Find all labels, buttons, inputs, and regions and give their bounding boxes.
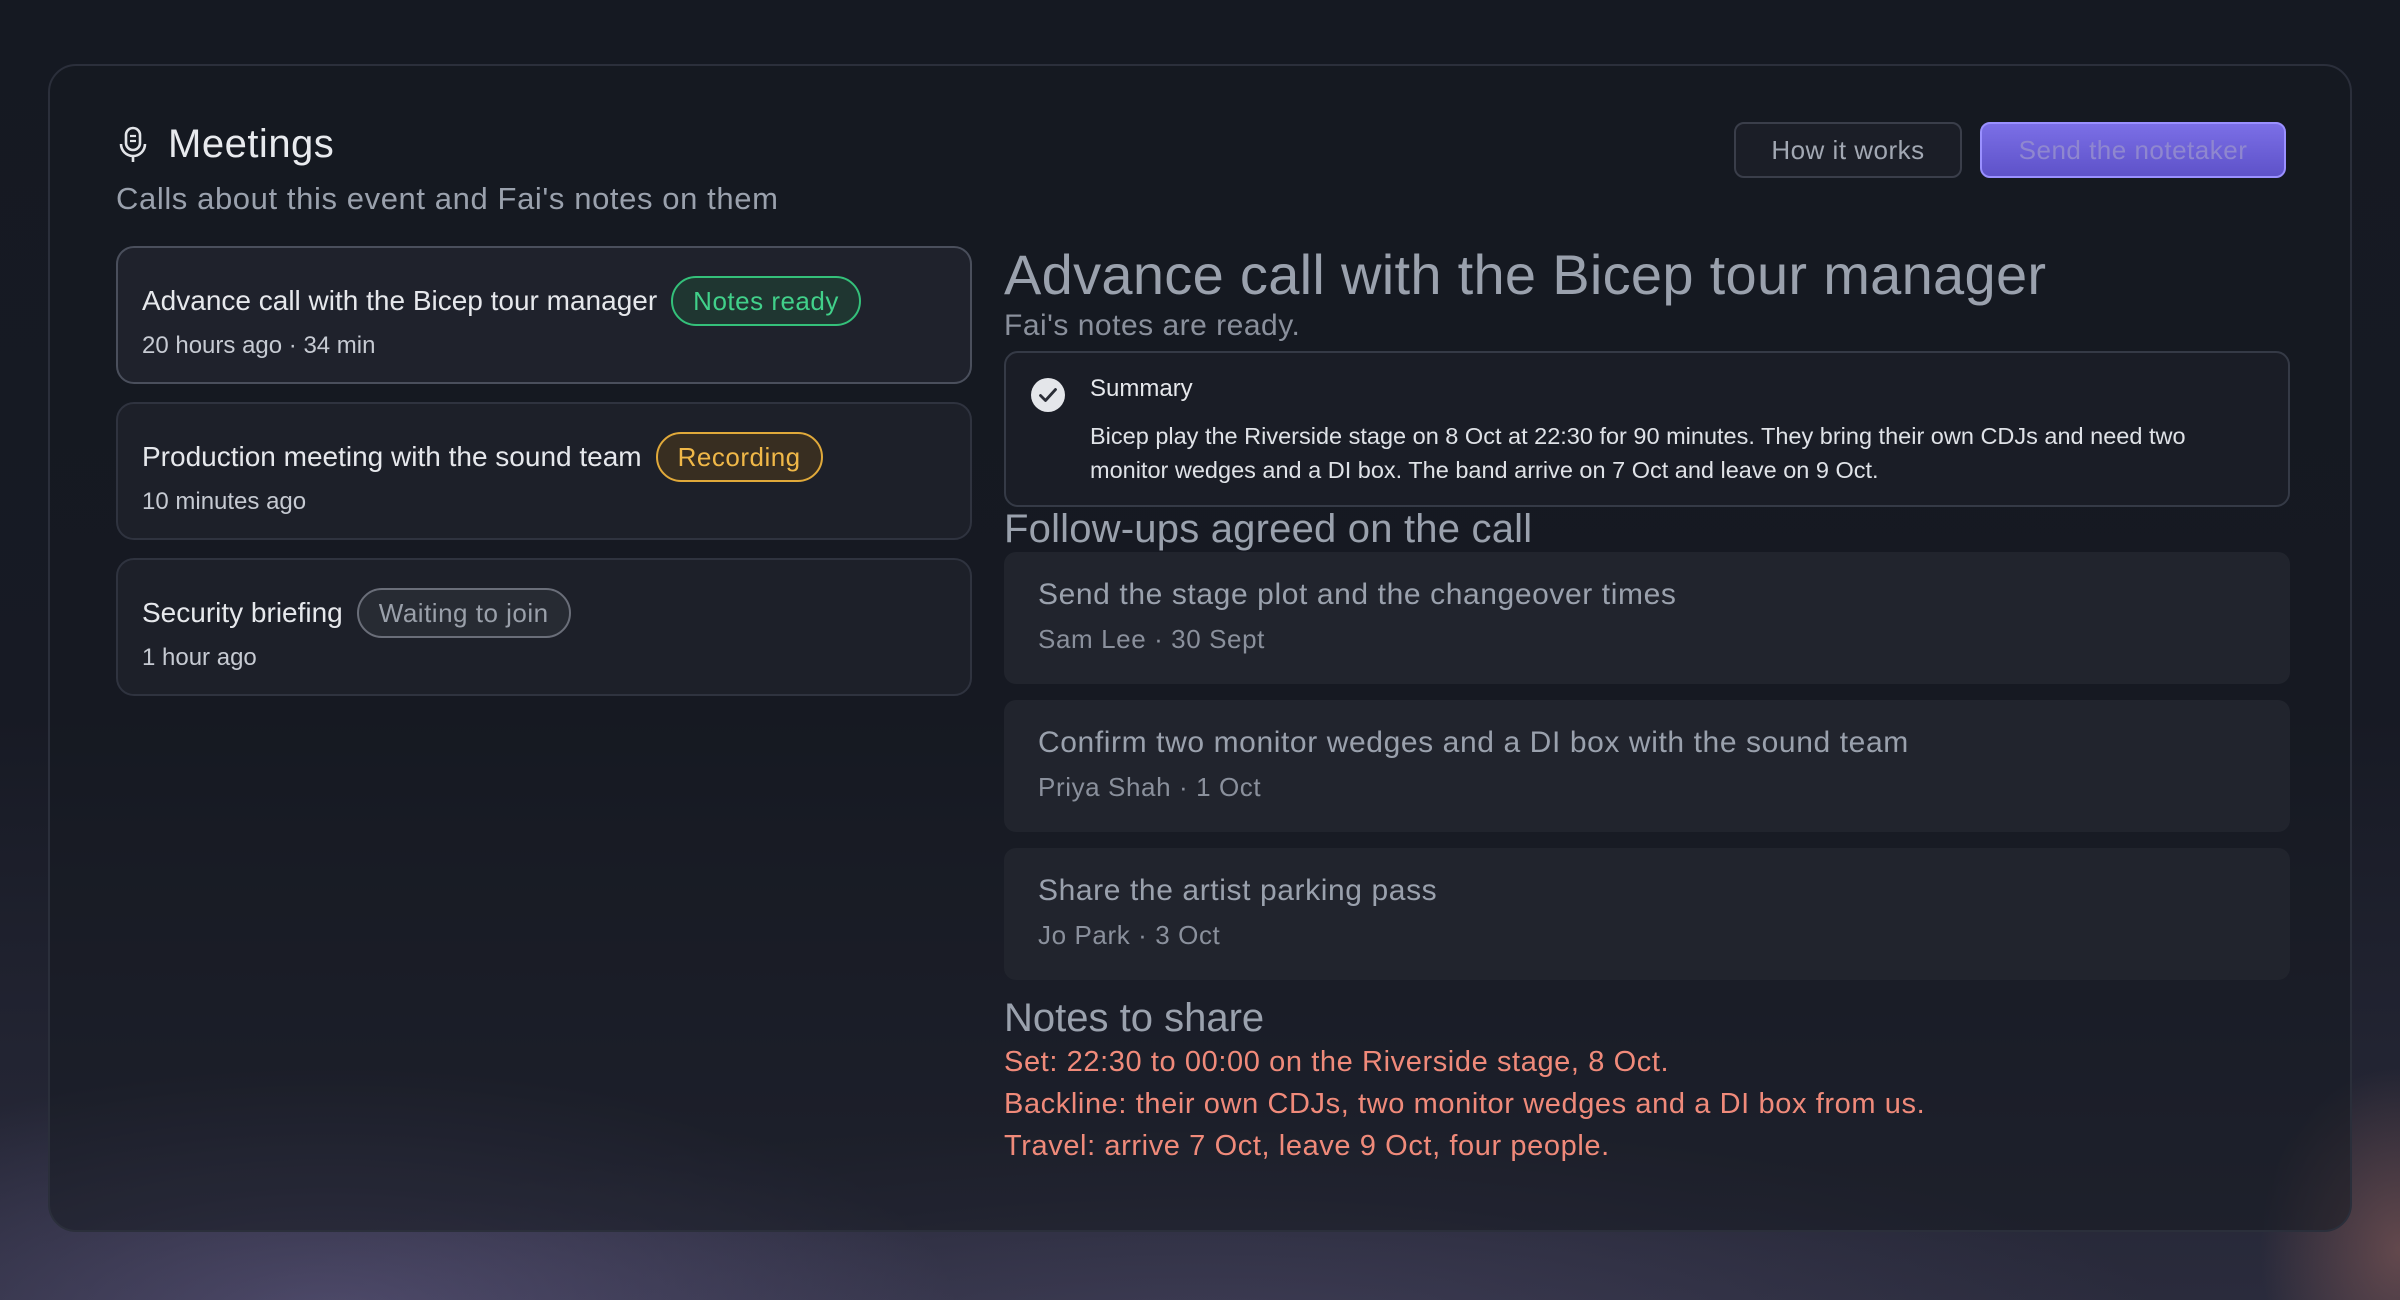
- meeting-title: Production meeting with the sound team: [142, 441, 642, 472]
- page-subtitle: Calls about this event and Fai's notes o…: [116, 181, 779, 216]
- meeting-card[interactable]: Security briefing Waiting to join 1 hour…: [116, 558, 972, 696]
- detail-title: Advance call with the Bicep tour manager: [1004, 243, 2047, 306]
- summary-label: Summary: [1090, 375, 1193, 402]
- note-line: Set: 22:30 to 00:00 on the Riverside sta…: [1004, 1046, 1670, 1078]
- followup-title: Confirm two monitor wedges and a DI box …: [1038, 726, 1909, 759]
- followup-meta: Sam Lee · 30 Sept: [1038, 624, 1265, 654]
- meeting-meta: 10 minutes ago: [142, 488, 307, 515]
- followup-title: Share the artist parking pass: [1038, 874, 1438, 907]
- page-title: Meetings: [168, 122, 335, 166]
- detail-subtitle: Fai's notes are ready.: [1004, 309, 1301, 342]
- meeting-title-row: Security briefing Waiting to join: [142, 586, 946, 640]
- followups-title: Follow-ups agreed on the call: [1004, 507, 1533, 551]
- send-notetaker-button[interactable]: Send the notetaker: [1980, 122, 2286, 178]
- meeting-title-row: Production meeting with the sound team R…: [142, 430, 946, 484]
- meeting-card[interactable]: Advance call with the Bicep tour manager…: [116, 246, 972, 384]
- followup-item[interactable]: Send the stage plot and the changeover t…: [1004, 552, 2290, 684]
- meeting-title: Advance call with the Bicep tour manager: [142, 285, 658, 316]
- meeting-meta: 20 hours ago · 34 min: [142, 332, 376, 359]
- followup-meta: Priya Shah · 1 Oct: [1038, 772, 1262, 802]
- meeting-title: Security briefing: [142, 597, 343, 628]
- top-buttons: How it works Send the notetaker: [1734, 122, 2286, 178]
- followup-item[interactable]: Confirm two monitor wedges and a DI box …: [1004, 700, 2290, 832]
- status-badge: Waiting to join: [356, 588, 571, 638]
- check-circle-icon: [1030, 377, 1066, 413]
- followup-item[interactable]: Share the artist parking pass Jo Park · …: [1004, 848, 2290, 980]
- meetings-panel: Meetings Calls about this event and Fai'…: [48, 64, 2352, 1232]
- meeting-title-row: Advance call with the Bicep tour manager…: [142, 274, 946, 328]
- title-row: Meetings: [116, 122, 779, 167]
- meeting-meta: 1 hour ago: [142, 644, 257, 671]
- meeting-detail: Advance call with the Bicep tour manager…: [1004, 242, 2290, 1167]
- note-line: Travel: arrive 7 Oct, leave 9 Oct, four …: [1004, 1130, 1610, 1162]
- panel-header: Meetings Calls about this event and Fai'…: [116, 122, 779, 217]
- notes-title: Notes to share: [1004, 996, 1265, 1040]
- summary-text: Bicep play the Riverside stage on 8 Oct …: [1090, 423, 2186, 483]
- status-badge: Notes ready: [671, 276, 861, 326]
- note-line: Backline: their own CDJs, two monitor we…: [1004, 1088, 1926, 1120]
- how-it-works-button[interactable]: How it works: [1734, 122, 1962, 178]
- meeting-card[interactable]: Production meeting with the sound team R…: [116, 402, 972, 540]
- meeting-list: Advance call with the Bicep tour manager…: [116, 246, 972, 714]
- followup-meta: Jo Park · 3 Oct: [1038, 920, 1221, 950]
- microphone-icon: [116, 125, 152, 165]
- summary-card: Summary Bicep play the Riverside stage o…: [1004, 351, 2290, 507]
- followup-title: Send the stage plot and the changeover t…: [1038, 578, 1677, 611]
- status-badge: Recording: [655, 432, 823, 482]
